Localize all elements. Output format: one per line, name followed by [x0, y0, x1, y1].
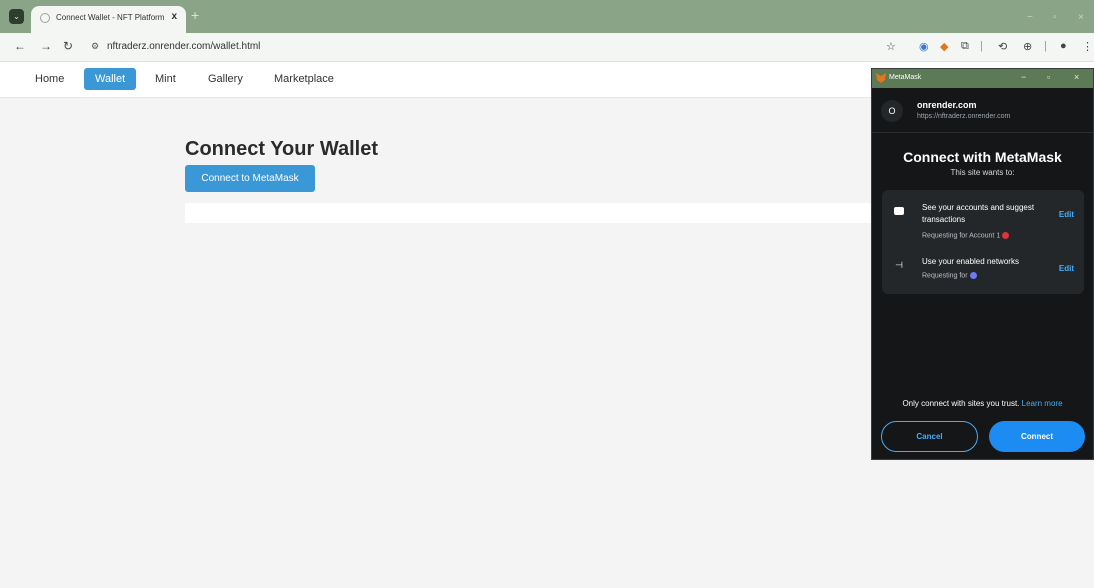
site-url: https://nftraderz.onrender.com — [917, 113, 1011, 120]
metamask-titlebar: MetaMask − ▫ × — [872, 69, 1093, 88]
toolbar-divider: | — [1044, 40, 1047, 52]
permission-text: See your accounts and suggest transactio… — [922, 203, 1035, 224]
permission-text: Use your enabled networks — [922, 257, 1019, 266]
nav-mint[interactable]: Mint — [155, 73, 176, 85]
connect-metamask-button[interactable]: Connect to MetaMask — [185, 165, 315, 192]
history-icon[interactable]: ⟲ — [998, 40, 1007, 53]
wallet-icon — [892, 204, 906, 218]
nav-gallery[interactable]: Gallery — [208, 73, 243, 85]
metamask-fox-icon — [876, 73, 886, 83]
site-info-icon[interactable]: ⚙ — [91, 41, 99, 52]
permission-networks: ⊣ Use your enabled networks Requesting f… — [882, 256, 1084, 300]
minimize-icon[interactable]: − — [1027, 12, 1033, 23]
metamask-window-title: MetaMask — [889, 74, 922, 81]
network-avatar-icon — [969, 272, 977, 279]
nav-marketplace[interactable]: Marketplace — [274, 73, 334, 85]
extension-audio-icon[interactable]: ◉ — [919, 40, 929, 53]
browser-tabstrip: ⌄ Connect Wallet - NFT Platform x + − ▫ … — [0, 0, 1094, 33]
learn-more-link[interactable]: Learn more — [1022, 399, 1063, 408]
globe-icon — [40, 13, 50, 23]
nav-wallet[interactable]: Wallet — [84, 68, 137, 90]
popup-maximize-icon[interactable]: ▫ — [1047, 72, 1050, 82]
toolbar-divider: | — [980, 40, 983, 52]
metamask-popup: MetaMask − ▫ × O onrender.com https://nf… — [871, 68, 1094, 460]
permission-accounts: See your accounts and suggest transactio… — [882, 202, 1084, 246]
wallet-status-box — [185, 203, 885, 223]
account-avatar-icon — [1002, 232, 1010, 239]
address-bar: ← → ↻ ⚙ nftraderz.onrender.com/wallet.ht… — [0, 33, 1094, 62]
downloads-icon[interactable]: ⊕ — [1023, 40, 1032, 53]
close-window-icon[interactable]: × — [1078, 12, 1084, 23]
extensions-puzzle-icon[interactable]: ⧉ — [961, 40, 969, 53]
popup-close-icon[interactable]: × — [1074, 72, 1079, 82]
reload-icon[interactable]: ↻ — [63, 39, 73, 53]
divider — [872, 132, 1093, 133]
edit-accounts-link[interactable]: Edit — [1059, 210, 1074, 219]
connect-button[interactable]: Connect — [989, 421, 1085, 452]
page-title: Connect Your Wallet — [185, 138, 378, 160]
forward-icon[interactable]: → — [40, 39, 52, 53]
permissions-card: See your accounts and suggest transactio… — [882, 190, 1084, 294]
network-icon: ⊣ — [895, 260, 903, 270]
edit-networks-link[interactable]: Edit — [1059, 264, 1074, 273]
site-name: onrender.com — [917, 100, 977, 110]
metamask-heading: Connect with MetaMask — [903, 149, 1062, 165]
trust-notice: Only connect with sites you trust. Learn… — [902, 399, 1063, 408]
metamask-extension-icon[interactable]: ◆ — [940, 40, 948, 53]
tab-close-icon[interactable]: x — [171, 11, 177, 22]
site-avatar: O — [881, 100, 903, 122]
bookmark-star-icon[interactable]: ☆ — [886, 40, 896, 53]
cancel-button[interactable]: Cancel — [881, 421, 978, 452]
tab-title: Connect Wallet - NFT Platform — [56, 13, 165, 22]
profile-avatar-icon[interactable]: ● — [1060, 40, 1067, 52]
url-field[interactable]: nftraderz.onrender.com/wallet.html — [107, 41, 260, 52]
permission-request: Requesting for Account 1 — [922, 232, 1010, 239]
maximize-icon[interactable]: ▫ — [1053, 12, 1057, 23]
back-icon[interactable]: ← — [14, 39, 26, 53]
metamask-subheading: This site wants to: — [950, 168, 1015, 177]
popup-minimize-icon[interactable]: − — [1021, 72, 1026, 82]
browser-tab[interactable]: Connect Wallet - NFT Platform x — [31, 6, 186, 33]
nav-home[interactable]: Home — [35, 73, 64, 85]
menu-kebab-icon[interactable]: ⋮ — [1082, 40, 1093, 53]
connecting-site: O onrender.com https://nftraderz.onrende… — [881, 96, 1085, 128]
permission-request: Requesting for — [922, 272, 977, 279]
tab-search-icon[interactable]: ⌄ — [9, 9, 24, 24]
new-tab-button[interactable]: + — [191, 7, 199, 23]
